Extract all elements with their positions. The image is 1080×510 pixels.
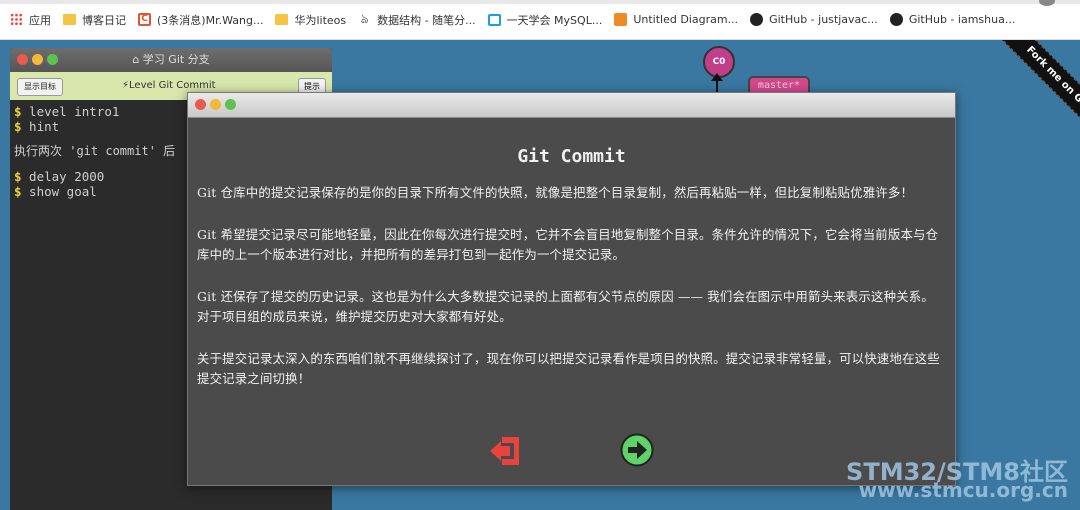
exit-button[interactable] (488, 433, 524, 469)
folder-icon (275, 14, 289, 25)
bookmark-label: 华为liteos (294, 13, 347, 27)
bookmark-liteos[interactable]: 华为liteos (275, 12, 346, 28)
bilibili-icon (487, 13, 501, 26)
next-button[interactable] (620, 433, 654, 467)
profile-avatar[interactable] (1039, 0, 1055, 6)
bookmark-label: Untitled Diagram... (633, 13, 739, 26)
dialog-paragraph: Git 还保存了提交的历史记录。这也是为什么大多数提交记录的上面都有父节点的原因… (197, 289, 934, 324)
bookmark-github-iamshua[interactable]: GitHub - iamshua... (889, 13, 1016, 26)
dialog-paragraph: 关于提交记录太深入的东西咱们就不再继续探讨了，现在你可以把提交记录看作是项目的快… (197, 351, 940, 386)
dialog-paragraph: Git 希望提交记录尽可能地轻量，因此在你每次进行提交时，它并不会盲目地复制整个… (197, 227, 939, 262)
bookmark-mysql[interactable]: 一天学会 MySQL... (487, 12, 603, 28)
arrow-right-icon (620, 433, 654, 467)
bookmark-label: 应用 (29, 13, 51, 27)
terminal-title: 学习 Git 分支 (142, 53, 210, 66)
show-goal-button[interactable]: 显示目标 (17, 78, 63, 96)
fork-me-label[interactable]: Fork me on GitHub (999, 40, 1080, 150)
apps-grid-icon (10, 13, 23, 26)
bookmark-label: 一天学会 MySQL... (506, 13, 603, 27)
exit-icon (490, 437, 519, 465)
home-icon: ⌂ (132, 53, 143, 66)
bookmarks-bar: 应用 博客日记 C (3条消息)Mr.Wang... 华为liteos ঌ 数据结构… (0, 0, 1080, 40)
bookmark-label: GitHub - iamshua... (908, 13, 1016, 26)
github-ribbon[interactable]: Fork me on GitHub (970, 40, 1080, 150)
parent-arrow-line (716, 78, 718, 92)
bookmark-diagram[interactable]: Untitled Diagram... (614, 13, 738, 26)
bookmark-label: GitHub - justjavac... (769, 13, 878, 26)
bookmark-label: 博客日记 (82, 13, 126, 27)
github-icon (750, 13, 764, 26)
bookmark-blog-diary[interactable]: 博客日记 (63, 12, 126, 28)
folder-icon (63, 14, 76, 25)
dialog-titlebar (188, 93, 955, 118)
bookmark-data-structure[interactable]: ঌ 数据结构 - 随笔分... (358, 12, 476, 28)
cnblogs-icon: ঌ (360, 12, 369, 27)
diagram-icon (614, 13, 628, 26)
dialog-title: Git Commit (517, 146, 626, 167)
maximize-icon[interactable] (47, 54, 58, 65)
close-icon[interactable] (195, 99, 206, 110)
bookmark-github-justjavac[interactable]: GitHub - justjavac... (750, 13, 878, 26)
dialog-paragraph: Git 仓库中的提交记录保存的是你的目录下所有文件的快照，就像是把整个目录复制，… (197, 185, 914, 200)
bookmark-label: (3条消息)Mr.Wang... (157, 13, 264, 27)
bookmark-apps[interactable]: 应用 (10, 12, 51, 28)
intro-dialog: Git Commit Git 仓库中的提交记录保存的是你的目录下所有文件的快照，… (187, 92, 956, 486)
terminal-titlebar: ⌂ 学习 Git 分支 (10, 48, 332, 72)
github-icon (889, 13, 903, 26)
browser-tabstrip-edge (0, 0, 1080, 4)
close-icon[interactable] (17, 54, 28, 65)
watermark-url: www.stmcu.org.cn (858, 478, 1068, 502)
bookmark-csdn[interactable]: C (3条消息)Mr.Wang... (138, 12, 263, 28)
minimize-icon[interactable] (32, 54, 43, 65)
maximize-icon[interactable] (225, 99, 236, 110)
dialog-nav (188, 433, 955, 473)
bolt-icon: ⚡ (122, 80, 130, 91)
minimize-icon[interactable] (210, 99, 221, 110)
bookmark-label: 数据结构 - 随笔分... (377, 13, 476, 27)
csdn-icon: C (138, 13, 151, 26)
